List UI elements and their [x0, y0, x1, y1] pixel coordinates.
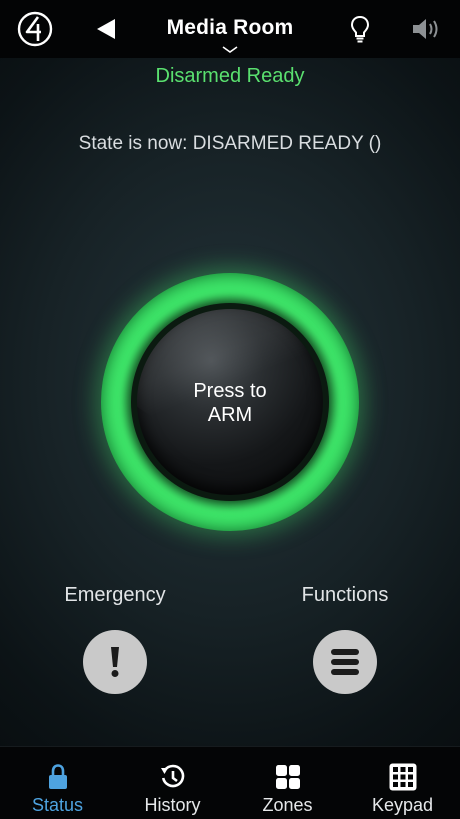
- tab-status-label: Status: [31, 795, 84, 815]
- back-button[interactable]: [84, 0, 128, 58]
- arm-button[interactable]: Press to ARM: [137, 309, 323, 495]
- control4-logo-icon: [17, 11, 53, 47]
- tab-zones[interactable]: Zones: [230, 747, 345, 819]
- tab-history-label: History: [144, 795, 201, 815]
- state-message: State is now: DISARMED READY (): [78, 133, 382, 154]
- tab-status[interactable]: Status: [0, 747, 115, 819]
- functions-button[interactable]: [313, 630, 377, 694]
- bottom-tab-bar: Status History Zones Keypad: [0, 746, 460, 819]
- exclamation-icon: [111, 647, 119, 677]
- room-title[interactable]: Media Room: [130, 16, 330, 40]
- arm-button-label: Press to ARM: [137, 379, 323, 427]
- menu-lines-icon: [331, 649, 359, 675]
- top-bar: Media Room: [0, 0, 460, 58]
- security-status-headline: Disarmed Ready: [155, 65, 305, 87]
- arm-button-label-line2: ARM: [207, 404, 253, 426]
- tab-zones-label: Zones: [262, 795, 313, 815]
- zones-grid-icon: [275, 765, 300, 789]
- tab-keypad-label: Keypad: [371, 795, 434, 815]
- lock-icon: [48, 764, 67, 789]
- volume-button[interactable]: [402, 0, 450, 58]
- tab-keypad[interactable]: Keypad: [345, 747, 460, 819]
- security-screen: Media Room Disarmed Ready State is now: …: [0, 0, 460, 819]
- functions-label: Functions: [301, 584, 389, 606]
- tab-history[interactable]: History: [115, 747, 230, 819]
- home-logo-button[interactable]: [10, 0, 60, 58]
- history-clock-icon: [160, 764, 184, 788]
- emergency-button[interactable]: [83, 630, 147, 694]
- keypad-grid-icon: [389, 763, 416, 791]
- emergency-label: Emergency: [64, 584, 166, 606]
- lightbulb-icon: [350, 15, 370, 43]
- arm-button-label-line1: Press to: [193, 380, 267, 402]
- back-arrow-icon: [97, 19, 115, 39]
- chevron-down-icon[interactable]: [222, 41, 238, 59]
- speaker-volume-icon: [413, 19, 438, 39]
- lights-button[interactable]: [338, 0, 382, 58]
